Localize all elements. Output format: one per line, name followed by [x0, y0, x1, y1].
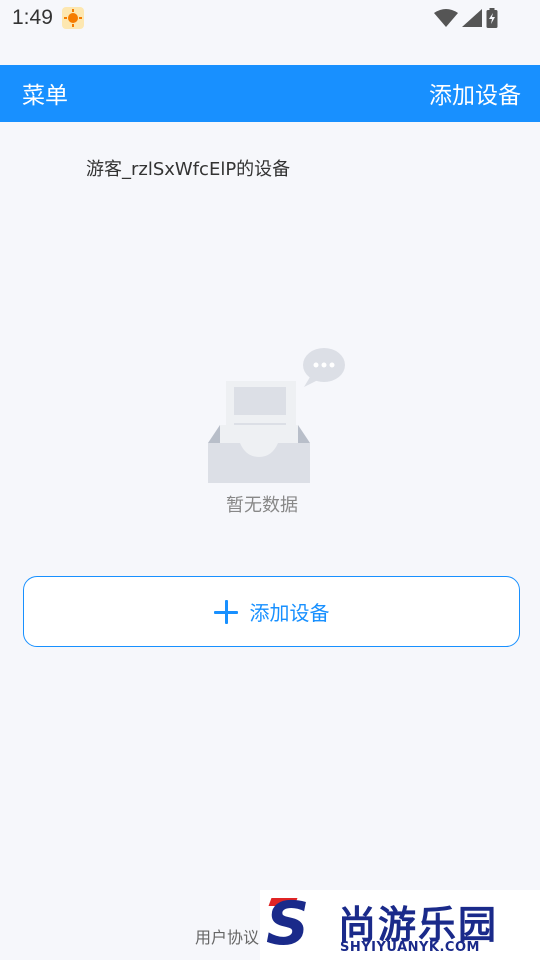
- app-header: 菜单 添加设备: [0, 65, 540, 122]
- device-list-title: 游客_rzlSxWfcElP的设备: [86, 159, 291, 180]
- add-device-button-label: 添加设备: [249, 601, 330, 625]
- add-device-button[interactable]: 添加设备: [23, 576, 520, 647]
- sun-icon: [62, 7, 84, 29]
- menu-button[interactable]: 菜单: [22, 76, 68, 110]
- status-time: 1:49: [12, 6, 53, 29]
- wifi-icon: [434, 9, 458, 27]
- plus-icon: [213, 599, 238, 624]
- watermark-logo: S 尚游乐园 SHYIYUANYK.COM: [260, 890, 540, 960]
- header-add-device-button[interactable]: 添加设备: [429, 76, 521, 110]
- user-agreement-link[interactable]: 用户协议: [195, 924, 259, 948]
- status-icons: [434, 7, 498, 29]
- empty-inbox-icon: [208, 348, 345, 483]
- watermark-letter: S: [266, 889, 310, 959]
- battery-charging-icon: [486, 8, 498, 28]
- watermark-en-text: SHYIYUANYK.COM: [340, 940, 480, 955]
- signal-icon: [462, 9, 482, 27]
- status-bar: 1:49: [0, 0, 540, 36]
- empty-state-text: 暂无数据: [226, 495, 298, 516]
